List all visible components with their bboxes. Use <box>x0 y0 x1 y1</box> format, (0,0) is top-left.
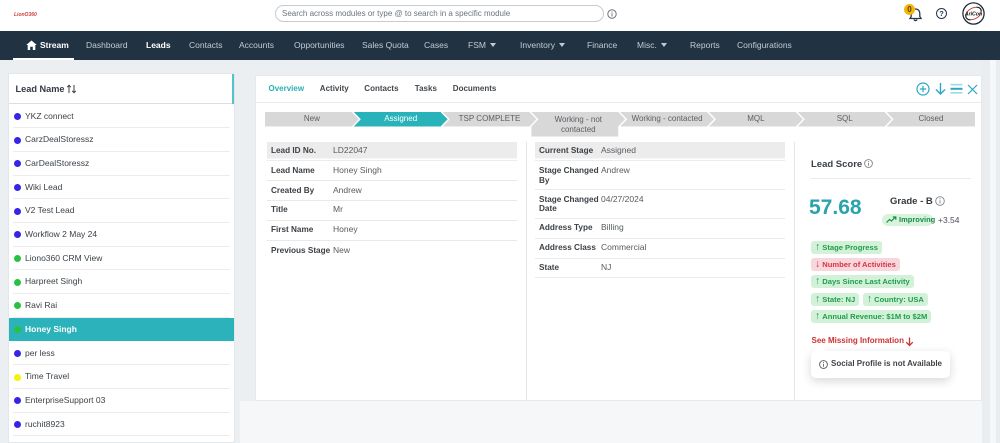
svg-text:AriCon: AriCon <box>964 12 982 18</box>
